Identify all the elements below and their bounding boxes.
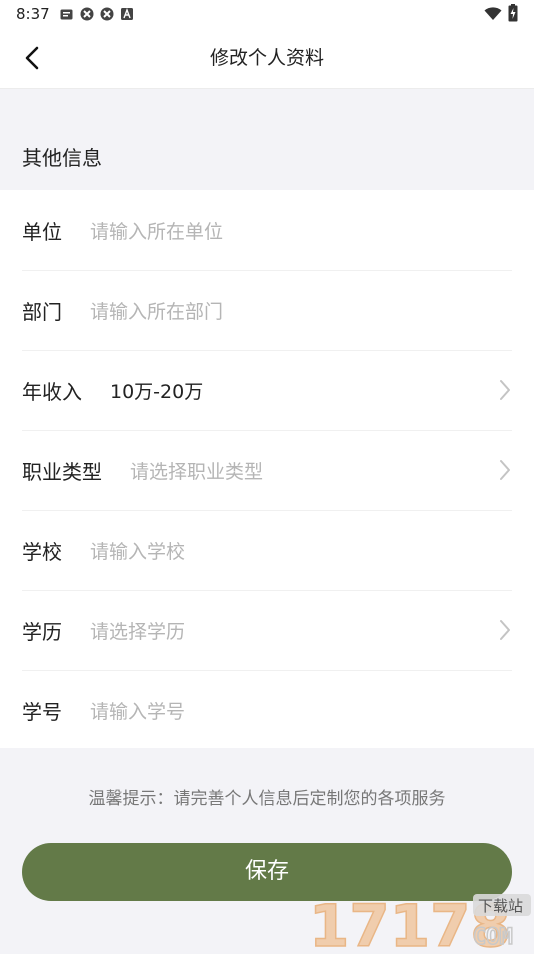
watermark-logo: 17178 下载站 COM xyxy=(305,880,534,954)
chevron-right-icon xyxy=(500,620,510,640)
form-row-department[interactable]: 部门 请输入所在部门 xyxy=(22,270,512,351)
form-row-education[interactable]: 学历 请选择学历 xyxy=(22,590,512,671)
form-row-student-id[interactable]: 学号 请输入学号 xyxy=(22,670,512,750)
section-title: 其他信息 xyxy=(22,146,102,170)
svg-text:下载站: 下载站 xyxy=(478,897,523,915)
form-row-income[interactable]: 年收入 10万-20万 xyxy=(22,350,512,431)
form-card: 单位 请输入所在单位 部门 请输入所在部门 年收入 10万-20万 职业类型 请… xyxy=(0,190,534,748)
row-label: 部门 xyxy=(22,299,62,324)
student-id-input[interactable]: 请输入学号 xyxy=(90,697,185,724)
row-label: 学校 xyxy=(22,539,62,564)
font-icon xyxy=(120,7,134,21)
tip-text: 温馨提示：请完善个人信息后定制您的各项服务 xyxy=(88,789,446,809)
row-label: 单位 xyxy=(22,219,62,244)
row-label: 职业类型 xyxy=(22,459,102,484)
app-bar: 修改个人资料 xyxy=(0,28,534,89)
status-bar: 8:37 xyxy=(0,0,534,28)
school-input[interactable]: 请输入学校 xyxy=(90,537,185,564)
wifi-icon xyxy=(484,6,502,25)
app-icon xyxy=(100,7,114,21)
status-time: 8:37 xyxy=(16,5,50,23)
section-header: 其他信息 xyxy=(0,120,534,190)
row-label: 学号 xyxy=(22,699,62,724)
occupation-select[interactable]: 请选择职业类型 xyxy=(130,457,263,484)
row-label: 年收入 xyxy=(22,379,82,404)
message-icon xyxy=(60,7,74,21)
department-input[interactable]: 请输入所在部门 xyxy=(90,297,223,324)
form-row-school[interactable]: 学校 请输入学校 xyxy=(22,510,512,591)
app-icon xyxy=(80,7,94,21)
form-row-company[interactable]: 单位 请输入所在单位 xyxy=(22,190,512,271)
form-row-occupation[interactable]: 职业类型 请选择职业类型 xyxy=(22,430,512,511)
chevron-right-icon xyxy=(500,380,510,400)
battery-icon xyxy=(508,4,518,26)
company-input[interactable]: 请输入所在单位 xyxy=(90,217,223,244)
page-title: 修改个人资料 xyxy=(209,47,324,69)
education-select[interactable]: 请选择学历 xyxy=(90,617,185,644)
income-select[interactable]: 10万-20万 xyxy=(110,377,203,404)
chevron-right-icon xyxy=(500,460,510,480)
svg-text:COM: COM xyxy=(473,925,513,950)
row-label: 学历 xyxy=(22,619,62,644)
